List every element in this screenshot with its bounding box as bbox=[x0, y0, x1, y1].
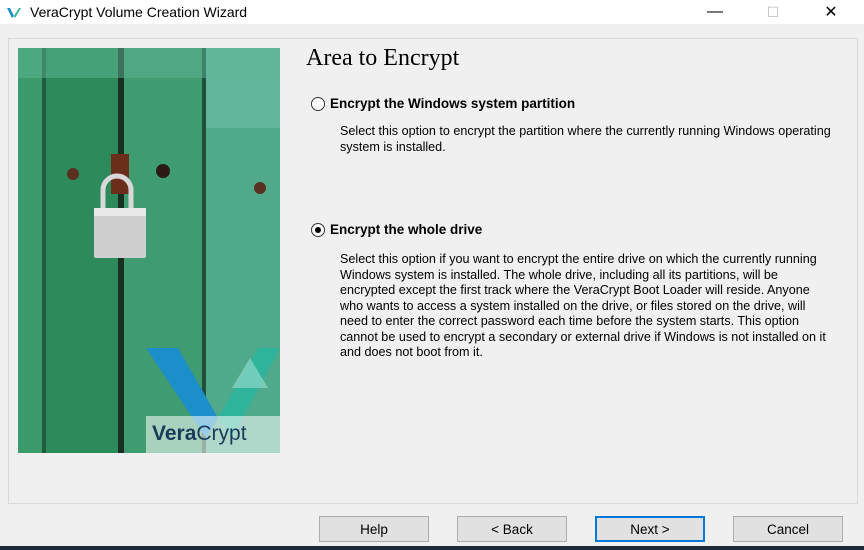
brand-vera: Vera bbox=[152, 422, 197, 445]
option-system-partition-description: Select this option to encrypt the partit… bbox=[340, 124, 831, 154]
cancel-button[interactable]: Cancel bbox=[733, 516, 843, 542]
minimize-button[interactable]: — bbox=[692, 0, 738, 24]
option-whole-drive-label[interactable]: Encrypt the whole drive bbox=[330, 222, 482, 237]
page-title: Area to Encrypt bbox=[306, 45, 460, 71]
brand-crypt: Crypt bbox=[196, 422, 247, 445]
window-title: VeraCrypt Volume Creation Wizard bbox=[30, 4, 248, 20]
taskbar-edge bbox=[0, 546, 864, 550]
help-button[interactable]: Help bbox=[319, 516, 429, 542]
back-button[interactable]: < Back bbox=[457, 516, 567, 542]
radio-whole-drive[interactable] bbox=[311, 223, 325, 237]
option-whole-drive-description: Select this option if you want to encryp… bbox=[340, 252, 826, 359]
veracrypt-wordmark: VeraCrypt bbox=[152, 422, 247, 446]
close-button[interactable]: ✕ bbox=[808, 0, 854, 24]
hero-image: VeraCrypt bbox=[18, 48, 280, 453]
option-system-partition-label[interactable]: Encrypt the Windows system partition bbox=[330, 96, 575, 111]
padlock-door-image bbox=[18, 48, 280, 453]
title-bar: VeraCrypt Volume Creation Wizard — ☐ ✕ bbox=[0, 0, 864, 24]
radio-system-partition[interactable] bbox=[311, 97, 325, 111]
next-button[interactable]: Next > bbox=[595, 516, 705, 542]
veracrypt-logo-icon bbox=[7, 8, 21, 18]
maximize-button[interactable]: ☐ bbox=[750, 0, 796, 24]
